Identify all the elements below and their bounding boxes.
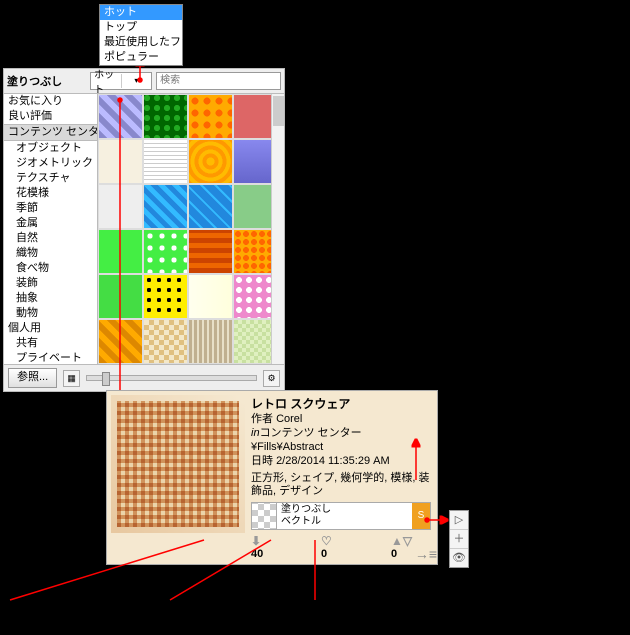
tree-item[interactable]: 自然 bbox=[4, 231, 97, 246]
swatch-cell[interactable] bbox=[188, 139, 233, 184]
swatch-cell[interactable] bbox=[143, 139, 188, 184]
swatch-cell[interactable] bbox=[188, 319, 233, 364]
fill-type-label: 塗りつぶしベクトル bbox=[277, 503, 412, 529]
swatch-cell[interactable] bbox=[143, 274, 188, 319]
fill-type-row: 塗りつぶしベクトル S bbox=[251, 502, 431, 530]
tree-item[interactable]: プライベート bbox=[4, 351, 97, 364]
swatch-grid[interactable] bbox=[98, 94, 284, 364]
dropdown-item[interactable]: トップ bbox=[100, 20, 182, 35]
swatch-cell[interactable] bbox=[188, 184, 233, 229]
tree-item[interactable]: 織物 bbox=[4, 246, 97, 261]
tree-item[interactable]: お気に入り bbox=[4, 94, 97, 109]
dropdown-item[interactable]: ホット bbox=[100, 5, 182, 20]
pattern-tags: 正方形, シェイプ, 幾何学的, 模様, 装飾品, デザイン bbox=[251, 472, 431, 498]
pattern-preview bbox=[111, 395, 245, 533]
swatch-cell[interactable] bbox=[98, 184, 143, 229]
tree-item[interactable]: テクスチャ bbox=[4, 171, 97, 186]
sort-dropdown-list[interactable]: ホット トップ 最近使用したファイル ポピュラー bbox=[99, 4, 183, 66]
swatch-grid-area bbox=[98, 94, 284, 364]
tree-item[interactable]: コンテンツ センター bbox=[4, 124, 97, 141]
swatch-cell[interactable] bbox=[98, 274, 143, 319]
tree-item[interactable]: オブジェクト bbox=[4, 141, 97, 156]
favorite-stat[interactable]: ♡ 0 bbox=[321, 534, 361, 560]
scrollbar[interactable] bbox=[271, 94, 284, 364]
dialog-header: 塗りつぶし ホット ▾ 検索 bbox=[4, 69, 284, 94]
eye-icon[interactable]: 👁 bbox=[450, 549, 468, 567]
chevron-down-icon[interactable]: ▾ bbox=[121, 74, 152, 88]
tree-item[interactable]: 個人用 bbox=[4, 321, 97, 336]
share-badge[interactable]: S bbox=[412, 503, 430, 529]
swatch-cell[interactable] bbox=[98, 94, 143, 139]
tree-item[interactable]: 装飾 bbox=[4, 276, 97, 291]
dropdown-item[interactable]: ポピュラー bbox=[100, 50, 182, 65]
tree-item[interactable]: 金属 bbox=[4, 216, 97, 231]
swatch-cell[interactable] bbox=[188, 229, 233, 274]
swatch-cell[interactable] bbox=[143, 184, 188, 229]
sort-combo[interactable]: ホット ▾ bbox=[90, 72, 152, 90]
download-stat[interactable]: ⬇ 40 bbox=[251, 534, 291, 560]
swatch-cell[interactable] bbox=[143, 94, 188, 139]
tree-item[interactable]: 季節 bbox=[4, 201, 97, 216]
actions-toolbar: ▷ ＋ 👁 bbox=[449, 510, 469, 568]
dialog-title: 塗りつぶし bbox=[7, 73, 62, 89]
fills-dialog: 塗りつぶし ホット ▾ 検索 お気に入り良い評価コンテンツ センターオブジェクト… bbox=[3, 68, 285, 392]
pattern-date-line: 日時 2/28/2014 11:35:29 AM bbox=[251, 454, 431, 468]
tree-item[interactable]: 良い評価 bbox=[4, 109, 97, 124]
tree-item[interactable]: 動物 bbox=[4, 306, 97, 321]
tree-item[interactable]: 花模様 bbox=[4, 186, 97, 201]
sort-combo-value: ホット bbox=[91, 66, 121, 96]
swatch-cell[interactable] bbox=[143, 319, 188, 364]
swatch-cell[interactable] bbox=[188, 274, 233, 319]
tree-item[interactable]: 共有 bbox=[4, 336, 97, 351]
download-icon: ⬇ bbox=[251, 534, 291, 548]
thumbnail-size-slider[interactable] bbox=[86, 375, 257, 381]
pattern-path-line: inコンテンツ センター¥Fills¥Abstract bbox=[251, 426, 431, 454]
tree-item[interactable]: 食べ物 bbox=[4, 261, 97, 276]
pattern-title: レトロ スクウェア bbox=[251, 395, 431, 412]
tree-item[interactable]: 抽象 bbox=[4, 291, 97, 306]
swatch-cell[interactable] bbox=[98, 229, 143, 274]
fill-swatch-icon bbox=[252, 503, 277, 529]
tree-item[interactable]: ジオメトリック bbox=[4, 156, 97, 171]
swatch-cell[interactable] bbox=[188, 94, 233, 139]
grid-view-icon[interactable]: ▦ bbox=[63, 370, 80, 387]
pattern-author-line: 作者 Corel bbox=[251, 412, 431, 426]
dropdown-item[interactable]: 最近使用したファイル bbox=[100, 35, 182, 50]
browse-button[interactable]: 参照... bbox=[8, 368, 57, 388]
search-input[interactable]: 検索 bbox=[156, 72, 281, 90]
swatch-cell[interactable] bbox=[98, 319, 143, 364]
add-icon[interactable]: ＋ bbox=[450, 530, 468, 549]
info-card: レトロ スクウェア 作者 Corel inコンテンツ センター¥Fills¥Ab… bbox=[106, 390, 438, 565]
heart-icon: ♡ bbox=[321, 534, 361, 548]
dialog-footer: 参照... ▦ ⚙ bbox=[4, 364, 284, 391]
swatch-cell[interactable] bbox=[98, 139, 143, 184]
settings-icon[interactable]: ⚙ bbox=[263, 370, 280, 387]
swatch-cell[interactable] bbox=[143, 229, 188, 274]
category-tree[interactable]: お気に入り良い評価コンテンツ センターオブジェクトジオメトリックテクスチャ花模様… bbox=[4, 94, 98, 364]
options-icon[interactable]: →≡ bbox=[415, 546, 437, 562]
flag-icon[interactable]: ▷ bbox=[450, 511, 468, 530]
